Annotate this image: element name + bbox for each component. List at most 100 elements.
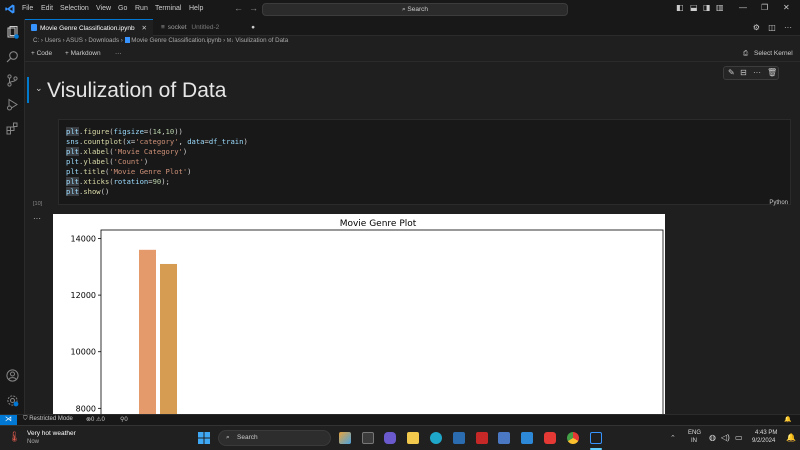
menu-run[interactable]: Run [135,5,148,12]
edit-pencil-icon[interactable]: ✎ [728,68,735,77]
unsaved-dot-icon[interactable]: ● [251,19,255,36]
vscode-taskbar-icon[interactable] [590,432,602,444]
code-line: plt.figure(figsize=(14,10)) [66,127,183,136]
taskbar-search-label: Search [237,434,258,441]
breadcrumb-item[interactable]: Visulization of Data [235,37,288,44]
notebook-file-icon [124,37,130,43]
kernel-icon: ⎙ [743,50,749,57]
problems-indicator[interactable]: ⊗0 ⚠0 [86,416,105,423]
code-line: sns.countplot(x='category', data=df_trai… [66,137,248,146]
menu-go[interactable]: Go [118,5,127,12]
y-tick-label: 8000 [76,404,96,413]
camera-icon[interactable] [498,432,510,444]
close-window-icon[interactable]: ✕ [783,3,790,12]
breadcrumb-item[interactable]: C: [33,37,39,44]
breadcrumb-item[interactable]: Downloads [88,37,119,44]
cell-language-button[interactable]: Python [769,200,788,206]
markdown-icon: M↓ [226,38,234,44]
activity-bar [0,19,25,414]
code-editor[interactable]: plt.figure(figsize=(14,10)) sns.countplo… [66,127,248,197]
ports-count: 0 [124,417,128,423]
weather-title[interactable]: Very hot weather [27,430,76,437]
code-line: plt.xticks(rotation=90); [66,177,170,186]
weather-thermometer-icon[interactable]: 🌡 [8,432,21,443]
menu-terminal[interactable]: Terminal [155,5,181,12]
vscode-logo-icon [5,4,15,14]
explorer-icon[interactable] [6,26,19,39]
command-center-label: Search [407,6,429,13]
editor-tab-bar: Movie Genre Classification.ipynb ✕ ≡ sock… [25,19,800,36]
markdown-heading[interactable]: Visulization of Data [47,79,226,103]
minimize-icon[interactable]: — [739,3,747,12]
tab-socket-untitled[interactable]: ≡ socket Untitled-2 ● [155,19,261,36]
search-view-icon[interactable] [6,50,19,63]
menu-selection[interactable]: Selection [60,5,89,12]
settings-gear-icon[interactable]: ⚙ [753,23,760,32]
restricted-mode-indicator[interactable]: ⛉ Restricted Mode [23,416,73,423]
search-icon: ⌕ [226,434,230,441]
tab-movie-genre-notebook[interactable]: Movie Genre Classification.ipynb ✕ [25,19,153,36]
windows-start-icon[interactable] [198,432,210,444]
mcafee-icon[interactable] [476,432,488,444]
select-kernel-button[interactable]: Select Kernel [754,50,793,57]
breadcrumb-item[interactable]: Movie Genre Classification.ipynb [131,37,221,44]
more-actions-icon[interactable]: ··· [784,23,792,32]
forward-arrow-icon[interactable]: → [249,3,258,13]
chrome-browser-icon[interactable] [567,432,579,444]
menu-view[interactable]: View [96,5,111,12]
microsoft-store-icon[interactable] [453,432,465,444]
more-toolbar-actions-button[interactable]: ··· [115,50,122,57]
restricted-mode-label: Restricted Mode [29,416,73,422]
wifi-icon[interactable]: ◍ [709,433,716,442]
customize-layout-icon[interactable]: ▥ [716,3,724,12]
chat-icon[interactable] [384,432,396,444]
command-center-search[interactable]: ⌕ Search [262,3,568,16]
notifications-bell-icon[interactable]: 🔔 [784,416,791,423]
clock-time[interactable]: 4:43 PM [755,430,777,436]
output-actions-button[interactable]: ··· [33,214,41,223]
execution-count: [10] [33,201,43,207]
split-editor-icon[interactable]: ◫ [768,23,776,32]
extensions-icon[interactable] [6,122,19,135]
breadcrumb-item[interactable]: ASUS [66,37,83,44]
close-tab-icon[interactable]: ✕ [142,20,147,37]
back-arrow-icon[interactable]: ← [234,3,243,13]
manage-gear-icon[interactable] [6,394,19,407]
toggle-primary-sidebar-icon[interactable]: ◧ [676,3,684,12]
menu-edit[interactable]: Edit [41,5,53,12]
code-cell[interactable]: plt.figure(figsize=(14,10)) sns.countplo… [58,119,791,205]
breadcrumb-item[interactable]: Users [45,37,61,44]
taskbar-search-box[interactable]: ⌕ Search [218,430,331,446]
more-cell-actions-icon[interactable]: ··· [753,68,761,77]
add-code-cell-button[interactable]: + Code [31,50,52,57]
toggle-secondary-sidebar-icon[interactable]: ◨ [703,3,711,12]
run-debug-icon[interactable] [6,98,19,111]
file-explorer-icon[interactable] [407,432,419,444]
ports-indicator[interactable]: ⚲0 [120,416,128,423]
menu-help[interactable]: Help [189,5,203,12]
tab-sublabel: Untitled-2 [191,24,220,31]
breadcrumb: C: › Users › ASUS › Downloads › Movie Ge… [33,37,288,48]
delete-trash-icon[interactable]: 🗑 [767,68,777,77]
battery-icon[interactable]: ▭ [735,433,743,442]
toggle-panel-icon[interactable]: ⬓ [690,3,698,12]
source-control-icon[interactable] [6,74,19,87]
notification-center-icon[interactable]: 🔔 [786,433,796,442]
restore-icon[interactable]: ❐ [761,3,768,12]
menu-file[interactable]: File [22,5,33,12]
youtube-icon[interactable] [544,432,556,444]
chart-output: Movie Genre Plot 8000 10000 12000 14000 [53,214,665,414]
add-markdown-cell-button[interactable]: + Markdown [65,50,101,57]
input-language[interactable]: ENG [688,430,701,436]
copilot-icon[interactable] [339,432,351,444]
photos-icon[interactable] [521,432,533,444]
split-cell-icon[interactable]: ⊟ [740,68,747,77]
accounts-icon[interactable] [6,369,19,382]
chevron-up-icon[interactable]: ⌃ [670,434,676,442]
edge-browser-icon[interactable] [430,432,442,444]
input-region: IN [691,438,697,444]
collapse-chevron-icon[interactable]: ⌄ [35,83,43,94]
volume-icon[interactable]: ◁) [721,433,730,442]
task-view-icon[interactable] [362,432,374,444]
code-line: plt.xlabel('Movie Category') [66,147,188,156]
